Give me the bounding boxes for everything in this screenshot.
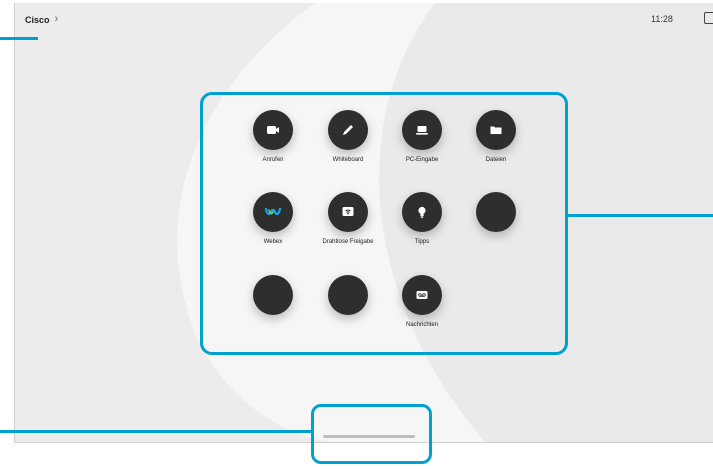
- breadcrumb[interactable]: Cisco ›: [25, 13, 59, 25]
- callout-line-home-bar: [0, 430, 311, 433]
- side-panel-icon[interactable]: [704, 12, 713, 24]
- callout-line-header: [0, 37, 38, 40]
- clock: 11:28: [651, 14, 673, 24]
- device-name: Cisco: [25, 14, 50, 25]
- callout-app-grid: [200, 92, 568, 355]
- chevron-right-icon: ›: [54, 13, 59, 25]
- callout-home-bar: [311, 404, 432, 464]
- callout-line-app-grid: [568, 214, 713, 217]
